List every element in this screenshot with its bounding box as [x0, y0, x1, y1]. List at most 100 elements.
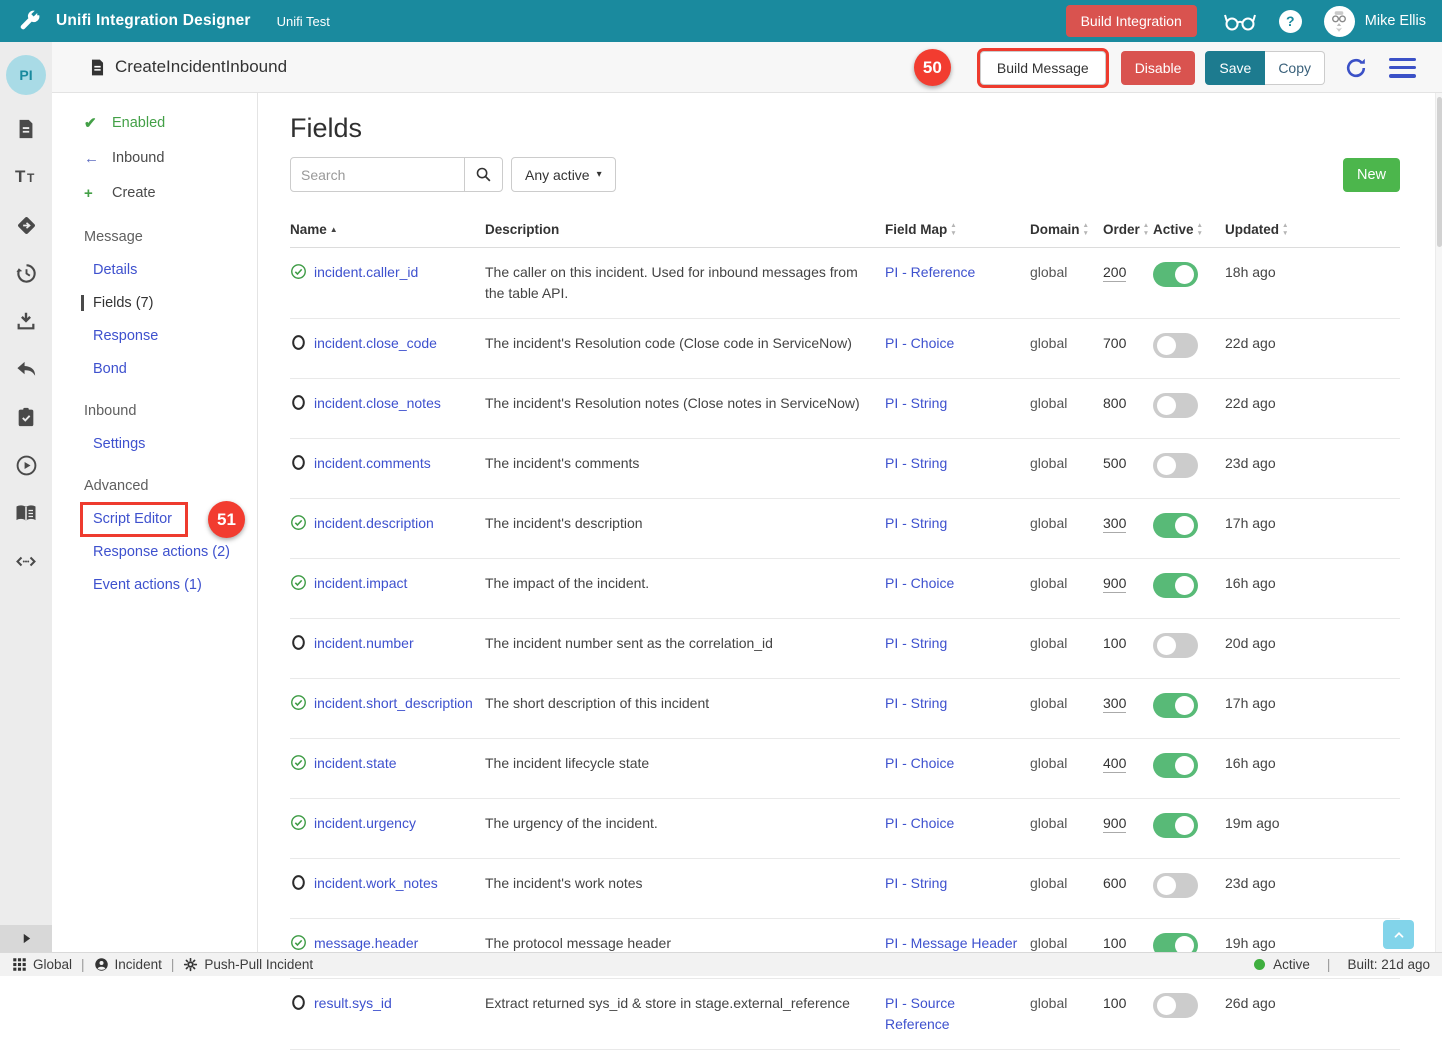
field-name-link[interactable]: incident.close_code	[314, 335, 437, 351]
vertical-scrollbar[interactable]	[1435, 93, 1442, 952]
play-circle-icon[interactable]	[14, 453, 38, 477]
field-name-link[interactable]: incident.description	[314, 515, 434, 531]
field-name-link[interactable]: incident.comments	[314, 455, 431, 471]
active-toggle[interactable]	[1153, 813, 1198, 838]
sidebar-link-details[interactable]: Details	[93, 262, 137, 278]
user-avatar[interactable]	[1324, 6, 1355, 37]
statusbar-push-pull-incident[interactable]: Push-Pull Incident	[183, 957, 313, 972]
active-toggle[interactable]	[1153, 453, 1198, 478]
active-filter-dropdown[interactable]: Any active ▾	[511, 157, 616, 192]
field-map-link[interactable]: PI - String	[885, 695, 947, 711]
sidebar-item-details[interactable]: Details	[84, 262, 257, 278]
field-order-value[interactable]: 600	[1103, 875, 1126, 891]
sidebar-link-settings[interactable]: Settings	[93, 436, 145, 452]
statusbar-incident[interactable]: Incident	[94, 957, 162, 972]
sidebar-link-event-actions-1[interactable]: Event actions (1)	[93, 577, 202, 593]
active-toggle[interactable]	[1153, 573, 1198, 598]
sidebar-item-response[interactable]: Response	[84, 328, 257, 344]
integration-avatar[interactable]: PI	[6, 55, 46, 95]
field-map-link[interactable]: PI - Choice	[885, 755, 954, 771]
field-order-value[interactable]: 300	[1103, 515, 1126, 533]
field-name-link[interactable]: incident.number	[314, 635, 414, 651]
active-toggle[interactable]	[1153, 693, 1198, 718]
field-order-value[interactable]: 900	[1103, 575, 1126, 593]
column-header-order[interactable]: Order▲▼	[1103, 214, 1153, 247]
field-order-value[interactable]: 300	[1103, 695, 1126, 713]
field-map-link[interactable]: PI - Choice	[885, 815, 954, 831]
field-order-value[interactable]: 800	[1103, 395, 1126, 411]
field-map-link[interactable]: PI - Choice	[885, 575, 954, 591]
column-header-updated[interactable]: Updated▲▼	[1225, 214, 1400, 247]
field-order-value[interactable]: 200	[1103, 264, 1126, 282]
field-order-value[interactable]: 100	[1103, 995, 1126, 1011]
field-map-link[interactable]: PI - Reference	[885, 264, 975, 280]
text-format-icon[interactable]: TT	[14, 165, 38, 189]
sidebar-item-settings[interactable]: Settings	[84, 436, 257, 452]
field-name-link[interactable]: incident.urgency	[314, 815, 416, 831]
active-toggle[interactable]	[1153, 393, 1198, 418]
disable-button[interactable]: Disable	[1121, 51, 1196, 85]
sidebar-link-bond[interactable]: Bond	[93, 361, 127, 377]
column-header-name[interactable]: Name▲	[290, 214, 485, 247]
active-toggle[interactable]	[1153, 262, 1198, 287]
field-name-link[interactable]: result.sys_id	[314, 995, 392, 1011]
field-name-link[interactable]: message.header	[314, 935, 418, 951]
field-order-value[interactable]: 100	[1103, 935, 1126, 953]
sidebar-item-fields-7[interactable]: Fields (7)	[81, 295, 257, 311]
panel-collapse-button[interactable]	[0, 925, 52, 952]
field-name-link[interactable]: incident.state	[314, 755, 397, 771]
search-button[interactable]	[464, 157, 503, 192]
column-header-description[interactable]: Description	[485, 214, 885, 247]
field-name-link[interactable]: incident.short_description	[314, 695, 473, 711]
field-map-link[interactable]: PI - Message Header	[885, 935, 1017, 951]
sidebar-status-create[interactable]: +Create	[84, 183, 257, 203]
new-button[interactable]: New	[1343, 158, 1400, 192]
field-map-link[interactable]: PI - Source Reference	[885, 995, 955, 1032]
preview-glasses-icon[interactable]	[1223, 9, 1257, 33]
history-icon[interactable]	[14, 261, 38, 285]
field-map-link[interactable]: PI - String	[885, 875, 947, 891]
sidebar-link-response[interactable]: Response	[93, 328, 158, 344]
send-diamond-icon[interactable]	[14, 213, 38, 237]
sidebar-item-response-actions-2[interactable]: Response actions (2)	[84, 544, 257, 560]
field-order-value[interactable]: 400	[1103, 755, 1126, 773]
menu-icon[interactable]	[1389, 58, 1416, 78]
download-icon[interactable]	[14, 309, 38, 333]
active-toggle[interactable]	[1153, 993, 1198, 1018]
field-map-link[interactable]: PI - Choice	[885, 335, 954, 351]
refresh-icon[interactable]	[1344, 56, 1368, 80]
field-order-value[interactable]: 700	[1103, 335, 1126, 351]
active-toggle[interactable]	[1153, 873, 1198, 898]
code-icon[interactable]	[14, 549, 38, 573]
build-integration-button[interactable]: Build Integration	[1066, 5, 1197, 37]
column-header-domain[interactable]: Domain▲▼	[1030, 214, 1103, 247]
field-name-link[interactable]: incident.close_notes	[314, 395, 441, 411]
sidebar-item-bond[interactable]: Bond	[84, 361, 257, 377]
document-icon[interactable]	[14, 117, 38, 141]
book-icon[interactable]	[14, 501, 38, 525]
sidebar-link-script-editor[interactable]: Script Editor	[93, 511, 172, 527]
active-toggle[interactable]	[1153, 513, 1198, 538]
sidebar-status-inbound[interactable]: ←Inbound	[84, 148, 257, 168]
sidebar-status-enabled[interactable]: ✔Enabled	[84, 113, 257, 133]
sidebar-link-response-actions-2[interactable]: Response actions (2)	[93, 544, 230, 560]
field-map-link[interactable]: PI - String	[885, 395, 947, 411]
field-map-link[interactable]: PI - String	[885, 455, 947, 471]
build-message-button[interactable]: Build Message	[980, 51, 1106, 85]
statusbar-global[interactable]: Global	[12, 957, 72, 972]
active-toggle[interactable]	[1153, 333, 1198, 358]
field-order-value[interactable]: 100	[1103, 635, 1126, 651]
active-toggle[interactable]	[1153, 753, 1198, 778]
save-button[interactable]: Save	[1205, 51, 1265, 85]
scroll-to-top-button[interactable]	[1383, 920, 1414, 949]
help-icon[interactable]: ?	[1279, 10, 1302, 33]
sidebar-item-script-editor[interactable]: Script Editor51	[84, 511, 257, 527]
active-toggle[interactable]	[1153, 633, 1198, 658]
field-map-link[interactable]: PI - String	[885, 515, 947, 531]
field-name-link[interactable]: incident.impact	[314, 575, 407, 591]
sidebar-item-event-actions-1[interactable]: Event actions (1)	[84, 577, 257, 593]
field-order-value[interactable]: 500	[1103, 455, 1126, 471]
column-header-active[interactable]: Active▲▼	[1153, 214, 1225, 247]
task-check-icon[interactable]	[14, 405, 38, 429]
field-name-link[interactable]: incident.caller_id	[314, 264, 418, 280]
